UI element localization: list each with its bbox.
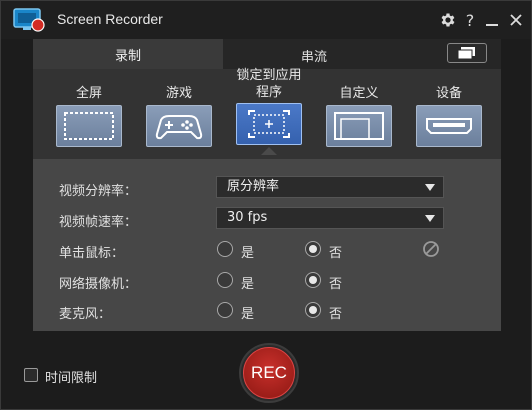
pip-window-button[interactable] xyxy=(447,43,487,63)
microphone-yes-label: 是 xyxy=(241,307,255,322)
framerate-label: 视频帧速率： xyxy=(59,215,138,230)
record-button[interactable]: REC xyxy=(243,347,295,399)
gamepad-icon xyxy=(146,105,212,147)
webcam-label: 网络摄像机： xyxy=(59,277,138,292)
mouse-click-no-label: 否 xyxy=(329,246,343,261)
resolution-value: 原分辨率 xyxy=(227,179,280,194)
tab-stream-label: 串流 xyxy=(301,50,328,65)
active-mode-indicator xyxy=(261,147,277,155)
tab-bar: 录制 串流 xyxy=(33,39,501,69)
app-logo-icon xyxy=(13,8,45,32)
lock-to-app-icon xyxy=(236,103,302,145)
tab-record[interactable]: 录制 xyxy=(33,39,223,69)
custom-region-icon xyxy=(326,105,392,147)
mode-custom[interactable]: 自定义 xyxy=(324,69,394,147)
minimize-icon xyxy=(486,24,498,26)
fullscreen-icon xyxy=(56,105,122,147)
framerate-value: 30 fps xyxy=(227,210,268,225)
microphone-yes-radio[interactable] xyxy=(217,302,233,318)
mode-custom-label: 自定义 xyxy=(339,86,379,101)
hdmi-device-icon xyxy=(416,105,482,147)
webcam-yes-label: 是 xyxy=(241,277,255,292)
framerate-select[interactable]: 30 fps xyxy=(216,207,444,229)
recording-settings-panel: 视频分辨率： 原分辨率 视频帧速率： 30 fps 单击鼠标： 是 否 网络摄像… xyxy=(33,159,501,331)
resolution-select[interactable]: 原分辨率 xyxy=(216,176,444,198)
title-bar: Screen Recorder ? xyxy=(1,1,531,39)
mode-game[interactable]: 游戏 xyxy=(144,69,214,147)
mouse-click-label: 单击鼠标： xyxy=(59,246,125,261)
close-button[interactable] xyxy=(506,10,526,30)
close-icon xyxy=(510,14,522,26)
chevron-down-icon xyxy=(425,215,435,222)
mode-fullscreen-label: 全屏 xyxy=(75,86,102,101)
capture-mode-panel: 全屏 游戏 锁定到应用程序 自定义 设备 xyxy=(33,68,501,159)
mouse-click-yes-radio[interactable] xyxy=(217,241,233,257)
settings-button[interactable] xyxy=(438,10,458,30)
minimize-button[interactable] xyxy=(482,10,502,30)
mode-device[interactable]: 设备 xyxy=(414,69,484,147)
disabled-circle-icon xyxy=(423,241,439,257)
mode-game-label: 游戏 xyxy=(165,86,192,101)
help-button[interactable]: ? xyxy=(460,10,480,30)
mode-fullscreen[interactable]: 全屏 xyxy=(54,69,124,147)
time-limit-label: 时间限制 xyxy=(45,371,98,386)
mode-device-label: 设备 xyxy=(435,86,462,101)
chevron-down-icon xyxy=(425,184,435,191)
gear-icon xyxy=(441,13,455,27)
webcam-no-label: 否 xyxy=(329,277,343,292)
resolution-label: 视频分辨率： xyxy=(59,184,138,199)
microphone-no-label: 否 xyxy=(329,307,343,322)
mode-lock-to-app[interactable]: 锁定到应用程序 xyxy=(234,68,304,155)
mode-lock-to-app-label: 锁定到应用程序 xyxy=(236,68,302,100)
bottom-bar: 时间限制 REC xyxy=(1,331,531,409)
tab-record-label: 录制 xyxy=(114,48,141,64)
webcam-yes-radio[interactable] xyxy=(217,272,233,288)
microphone-no-radio[interactable] xyxy=(305,302,321,318)
screen-recorder-window: Screen Recorder ? 录制 串流 全屏 游戏 锁定到应用程序 自定… xyxy=(0,0,532,410)
mouse-click-no-radio[interactable] xyxy=(305,241,321,257)
windows-icon xyxy=(457,47,475,60)
time-limit-checkbox[interactable] xyxy=(24,368,38,382)
mouse-click-yes-label: 是 xyxy=(241,246,255,261)
webcam-no-radio[interactable] xyxy=(305,272,321,288)
tab-stream[interactable]: 串流 xyxy=(223,39,501,69)
app-title: Screen Recorder xyxy=(57,11,163,27)
microphone-label: 麦克风： xyxy=(59,307,112,322)
